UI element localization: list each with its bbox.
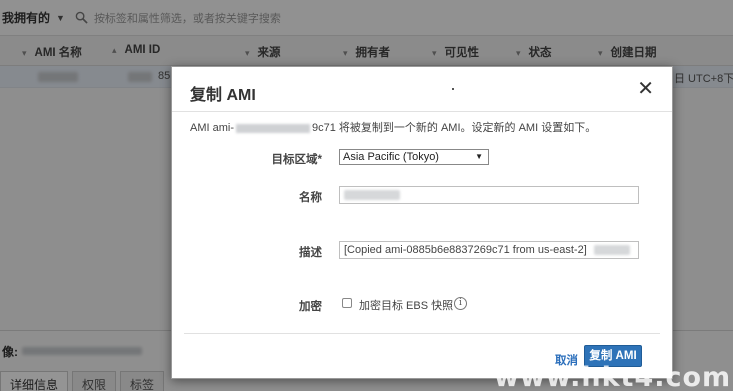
divider [184,333,660,334]
dialog-title: 复制 AMI [190,87,256,104]
intro-prefix: AMI ami- [190,122,234,134]
redacted-ami-id [236,123,310,133]
watermark: www.hkt4.com [494,362,732,391]
encryption-label: 加密 [299,301,322,313]
redacted-description-suffix [593,245,630,256]
name-field[interactable] [339,186,639,204]
encrypt-checkbox-label: 加密目标 EBS 快照 [359,300,454,312]
description-label: 描述 [299,247,322,259]
region-value: Asia Pacific (Tokyo) [343,151,439,163]
decorative-dot [452,88,454,90]
name-label: 名称 [299,192,322,204]
divider [172,111,672,112]
close-icon[interactable]: ✕ [637,79,654,99]
intro-suffix: 9c71 将被复制到一个新的 AMI。设定新的 AMI 设置如下。 [312,122,597,134]
chevron-down-icon: ▼ [475,152,483,161]
copy-ami-dialog: 复制 AMI ✕ AMI ami- 9c71 将被复制到一个新的 AMI。设定新的… [171,66,673,379]
region-label: 目标区域* [271,154,322,166]
region-select[interactable]: Asia Pacific (Tokyo) ▼ [339,149,489,165]
info-icon[interactable]: i [454,297,467,310]
description-field[interactable]: [Copied ami-0885b6e8837269c71 from us-ea… [339,241,639,259]
encrypt-checkbox[interactable] [342,298,352,308]
redacted-name-value [344,190,400,201]
dialog-intro: AMI ami- 9c71 将被复制到一个新的 AMI。设定新的 AMI 设置如下… [190,119,596,135]
description-value: [Copied ami-0885b6e8837269c71 from us-ea… [344,244,587,256]
